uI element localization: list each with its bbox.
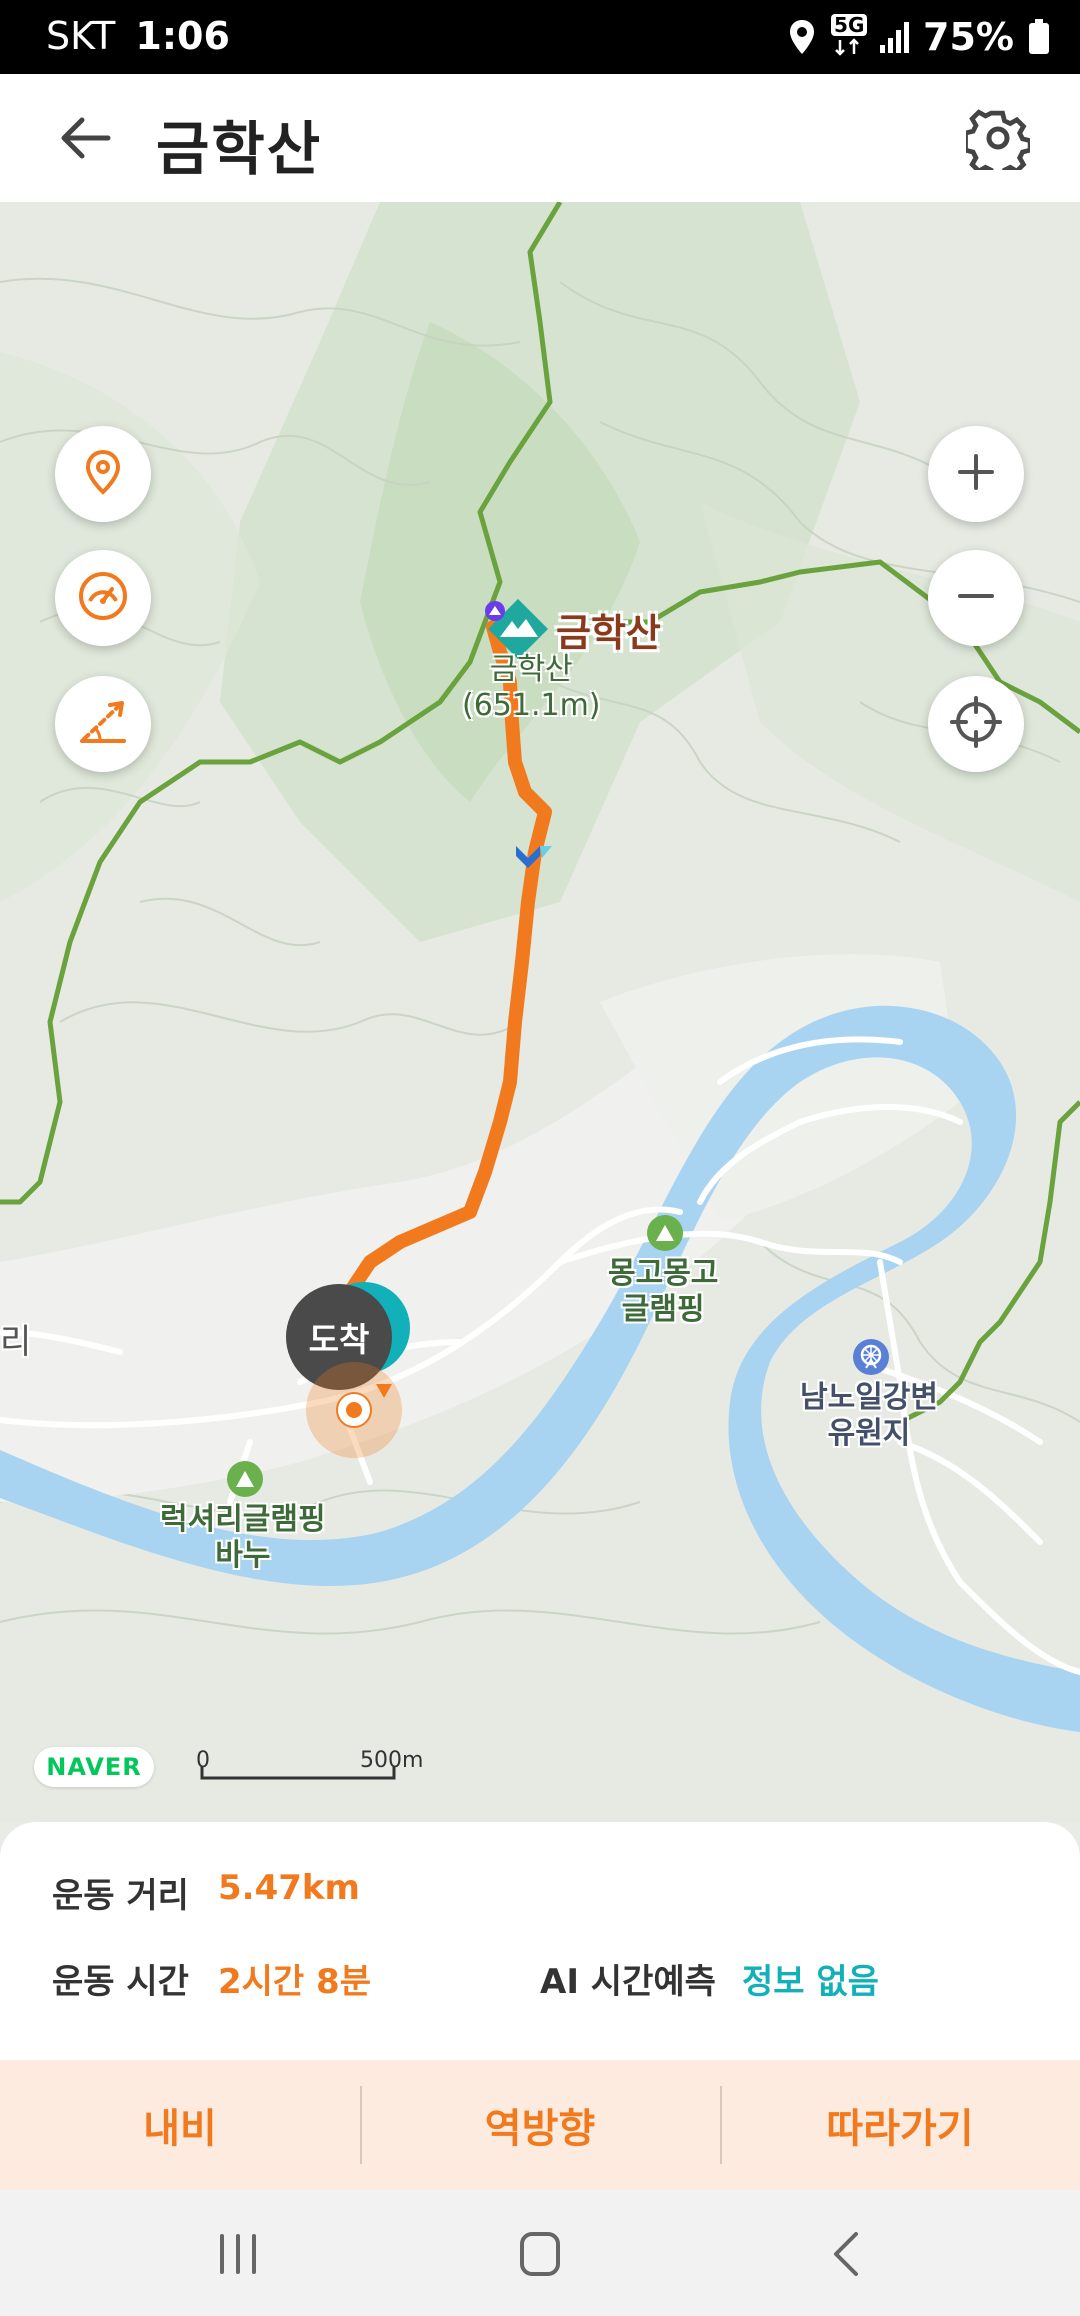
campsite-1-line1: 몽고몽고	[608, 1256, 719, 1291]
campsite-icon	[646, 1214, 684, 1252]
location-pin-icon	[81, 448, 125, 500]
campsite-label-1[interactable]: 몽고몽고 글램핑	[608, 1256, 718, 1328]
battery-percent: 75%	[923, 15, 1014, 59]
recent-apps-icon[interactable]	[208, 2228, 268, 2280]
speedometer-button[interactable]	[55, 550, 151, 646]
signal-icon	[879, 21, 910, 53]
battery-icon	[1028, 19, 1050, 55]
campsite-label-2[interactable]: 럭셔리글램핑 바누	[160, 1502, 326, 1574]
resort-line2: 유원지	[827, 1416, 911, 1451]
5g-icon: 5G	[831, 14, 868, 60]
clock: 1:06	[135, 14, 230, 58]
peak-elevation: (651.1m)	[462, 688, 601, 723]
ferris-wheel-icon	[852, 1338, 890, 1376]
location-pin-button[interactable]	[55, 426, 151, 522]
home-icon[interactable]	[510, 2228, 570, 2280]
back-icon[interactable]	[818, 2228, 878, 2280]
status-bar: SKT 1:06 5G 75%	[0, 0, 1080, 74]
reverse-button[interactable]: 역방향	[360, 2060, 720, 2190]
zoom-in-button[interactable]	[928, 426, 1024, 522]
app-header: 금학산	[0, 74, 1080, 203]
network-type-label: 5G	[831, 14, 868, 36]
system-nav-bar	[0, 2190, 1080, 2316]
page-title: 금학산	[156, 115, 323, 183]
location-icon	[787, 18, 817, 56]
peak-sublabel: 금학산 (651.1m)	[462, 652, 601, 724]
direction-arrow-icon	[374, 1382, 394, 1400]
waypoint-chevron-icon	[514, 840, 554, 870]
gear-icon[interactable]	[963, 106, 1033, 181]
map-canvas	[0, 202, 1080, 1822]
carrier-label: SKT	[46, 14, 116, 58]
distance-label: 운동 거리	[52, 1876, 189, 1916]
time-value: 2시간 8분	[218, 1962, 371, 2002]
campsite-2-line1: 럭셔리글램핑	[160, 1502, 326, 1537]
ai-prediction-value: 정보 없음	[742, 1962, 879, 2002]
zoom-in-icon	[954, 450, 998, 498]
peak-sublabel-name: 금학산	[489, 652, 573, 687]
navi-button[interactable]: 내비	[0, 2060, 360, 2190]
status-right: 5G 75%	[787, 10, 1050, 64]
edge-partial-label: 리	[0, 1322, 32, 1362]
time-label: 운동 시간	[52, 1962, 189, 2002]
peak-name-label: 금학산	[556, 611, 661, 655]
elevation-slope-button[interactable]	[55, 676, 151, 772]
action-bar: 내비 역방향 따라가기	[0, 2060, 1080, 2190]
scale-end-label: 500m	[360, 1748, 424, 1773]
campsite-1-line2: 글램핑	[621, 1292, 705, 1327]
resort-label[interactable]: 남노일강변 유원지	[800, 1380, 938, 1452]
distance-value: 5.47km	[218, 1868, 360, 1908]
follow-button[interactable]: 따라가기	[720, 2060, 1080, 2190]
map-view[interactable]: 금학산 금학산 (651.1m) 몽고몽고 글램핑 남노일강변 유원지 럭셔리글…	[0, 202, 1080, 1822]
status-left: SKT 1:06	[46, 14, 230, 58]
scale-start-label: 0	[196, 1748, 210, 1773]
zoom-out-icon	[954, 574, 998, 622]
crosshair-icon	[948, 694, 1004, 754]
stats-sheet: 운동 거리 5.47km 운동 시간 2시간 8분 AI 시간예측 정보 없음	[0, 1822, 1080, 2060]
zoom-out-button[interactable]	[928, 550, 1024, 646]
elevation-slope-icon	[76, 695, 130, 753]
ai-prediction-label: AI 시간예측	[540, 1962, 716, 2002]
summit-badge-icon	[484, 600, 506, 622]
campsite-2-line2: 바누	[215, 1538, 271, 1573]
current-position-dot	[336, 1392, 372, 1428]
back-arrow-icon[interactable]	[56, 108, 116, 168]
campsite-icon-2	[226, 1460, 264, 1498]
naver-logo: NAVER	[34, 1747, 154, 1787]
speedometer-icon	[76, 569, 130, 627]
resort-line1: 남노일강변	[800, 1380, 938, 1415]
current-location-button[interactable]	[928, 676, 1024, 772]
